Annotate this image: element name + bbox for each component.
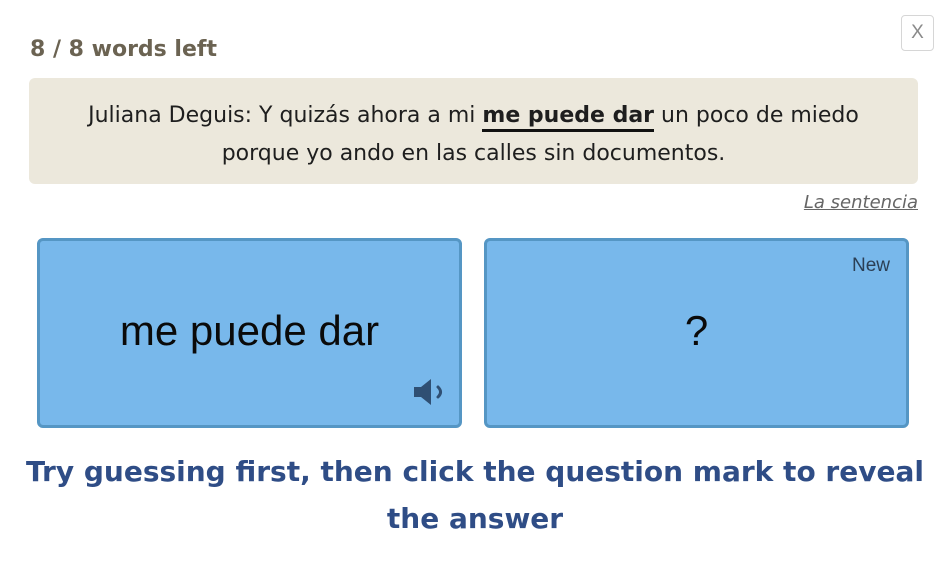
flashcard-page: X 8 / 8 words left Juliana Deguis: Y qui…	[0, 0, 950, 570]
close-button[interactable]: X	[901, 15, 934, 51]
new-badge: New	[851, 255, 890, 276]
close-button-label: X	[911, 22, 924, 43]
speaker-icon[interactable]	[412, 376, 448, 408]
words-left-counter: 8 / 8 words left	[30, 37, 217, 62]
example-sentence-box: Juliana Deguis: Y quizás ahora a mi me p…	[29, 78, 918, 184]
reveal-question-mark[interactable]: ?	[487, 307, 906, 355]
flashcard-front[interactable]: me puede dar	[37, 238, 462, 428]
flashcard-word: me puede dar	[119, 307, 380, 354]
sentence-highlighted-phrase: me puede dar	[482, 103, 655, 132]
guess-hint: Try guessing first, then click the quest…	[26, 455, 924, 535]
sentence-text-before: Juliana Deguis: Y quizás ahora a mi	[88, 103, 483, 128]
flashcard-back[interactable]: New ?	[484, 238, 909, 428]
sentence-link[interactable]: La sentencia	[804, 192, 918, 213]
